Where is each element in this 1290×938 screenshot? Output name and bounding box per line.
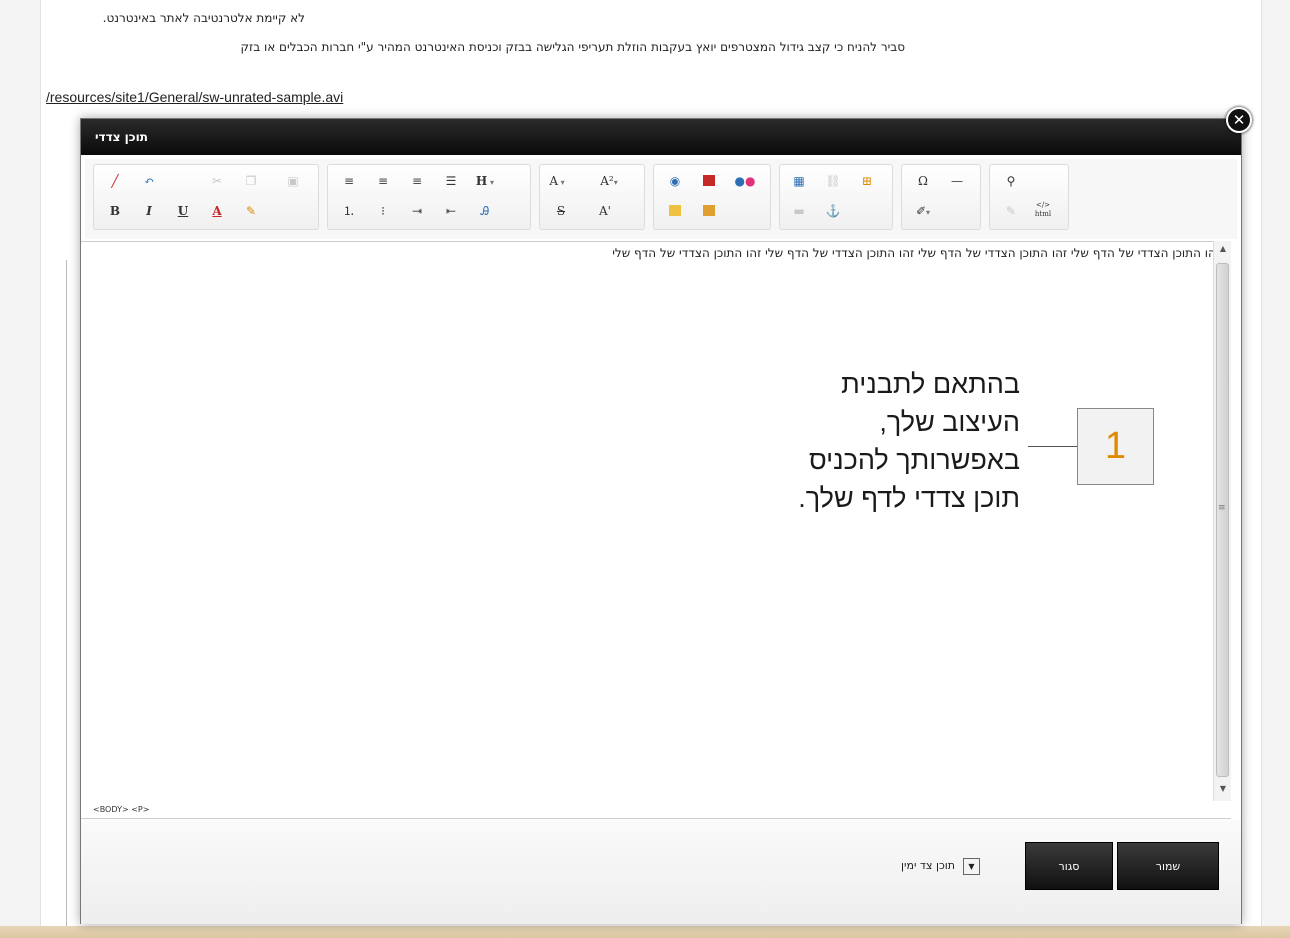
eraser-icon[interactable]: ✐▾ <box>912 201 934 221</box>
anchor-icon[interactable]: ⚓ <box>822 201 844 221</box>
paste-icon[interactable]: ▣ <box>282 171 304 191</box>
align-center-icon[interactable]: ≡ <box>372 171 394 191</box>
dialog-title: תוכן צדדי <box>95 130 148 144</box>
font-size-alt-button[interactable]: A²▾ <box>594 171 624 191</box>
editor-toolbar: ╱ ↶ ✂ ❐ ▣ B I U A ✎ ≡ ≡ ≡ ☰ H ▾ ⒈ ⁝ ⇥ ⇤ … <box>85 159 1237 239</box>
grid-icon[interactable]: ⊞ <box>856 171 878 191</box>
dialog-footer: תוכן צד ימין ▼ סגור שמור <box>81 820 1241 924</box>
font-color-button[interactable]: A <box>206 201 228 221</box>
content-editor[interactable]: זהו התוכן הצדדי של הדף שלי זהו התוכן הצד… <box>81 241 1229 803</box>
toolbar-group-font: A ▾ A²▾ S A' <box>539 164 645 230</box>
callout-number-badge: 1 <box>1077 408 1154 485</box>
scrollbar-thumb[interactable] <box>1216 263 1229 777</box>
hr-line-icon[interactable]: — <box>946 171 968 191</box>
toolbar-group-insert: ▦ ⛓ ⊞ ▬ ⚓ <box>779 164 893 230</box>
scroll-down-icon[interactable]: ▼ <box>1214 781 1232 797</box>
background-text-line2: סביר להניח כי קצב גידול המצטרפים יואץ בע… <box>240 40 905 54</box>
font-size-alt-label: A² <box>600 174 614 188</box>
font-size-button[interactable]: A ▾ <box>546 171 568 191</box>
outdent-icon[interactable]: ⇤ <box>440 201 462 221</box>
heading-button[interactable]: H ▾ <box>474 171 496 191</box>
italic-button[interactable]: I <box>138 201 160 221</box>
link-icon[interactable]: ⛓ <box>822 171 844 191</box>
toolbar-group-media: ◉ ●● <box>653 164 771 230</box>
table-icon[interactable]: ▦ <box>788 171 810 191</box>
pen-icon[interactable]: ╱ <box>104 171 126 191</box>
ordered-list-icon[interactable]: ⒈ <box>338 201 360 221</box>
scrollbar-grip-icon: ≡ <box>1218 503 1226 513</box>
highlight-icon[interactable]: ✎ <box>240 201 262 221</box>
clean-format-icon[interactable]: ✎ <box>1000 201 1022 221</box>
font-size-label: A <box>549 174 559 188</box>
close-button[interactable]: סגור <box>1025 842 1113 890</box>
strikethrough-button[interactable]: S <box>550 201 572 221</box>
cut-icon[interactable]: ✂ <box>206 171 228 191</box>
gallery-icon[interactable] <box>664 201 686 221</box>
side-content-dialog: תוכן צדדי ✕ ╱ ↶ ✂ ❐ ▣ B I U A ✎ ≡ ≡ ≡ ☰ … <box>80 107 1252 924</box>
editor-scrollbar[interactable]: ▲ ≡ ▼ <box>1213 241 1231 801</box>
flickr-icon[interactable]: ●● <box>734 171 756 191</box>
indent-icon[interactable]: ⇥ <box>406 201 428 221</box>
html-source-button[interactable]: </> html <box>1030 201 1056 221</box>
scroll-up-icon[interactable]: ▲ <box>1214 241 1232 257</box>
toolbar-group-paragraph: ≡ ≡ ≡ ☰ H ▾ ⒈ ⁝ ⇥ ⇤ Ꭿ <box>327 164 531 230</box>
align-justify-icon[interactable]: ☰ <box>440 171 462 191</box>
toolbar-group-special: Ω — ✐▾ <box>901 164 981 230</box>
editor-statusbar: <BODY> <P> <box>81 803 1231 819</box>
save-button[interactable]: שמור <box>1117 842 1219 890</box>
align-right-icon[interactable]: ≡ <box>406 171 428 191</box>
underline-button[interactable]: U <box>172 201 194 221</box>
toolbar-group-tools: ⚲ ✎ </> html <box>989 164 1069 230</box>
toolbar-group-edit: ╱ ↶ ✂ ❐ ▣ B I U A ✎ <box>93 164 319 230</box>
dialog-titlebar: תוכן צדדי <box>81 119 1241 155</box>
align-left-icon[interactable]: ≡ <box>338 171 360 191</box>
style-icon[interactable]: Ꭿ <box>474 201 496 221</box>
find-icon[interactable]: ⚲ <box>1000 171 1022 191</box>
special-char-button[interactable]: Ω <box>912 171 934 191</box>
callout-text: בהתאם לתבנית העיצוב שלך, באפשרותך להכניס… <box>798 369 1020 513</box>
youtube-icon[interactable] <box>698 171 720 191</box>
flash-icon[interactable] <box>698 201 720 221</box>
background-divider <box>66 260 67 926</box>
side-select-value: תוכן צד ימין <box>901 859 955 872</box>
callout-connector <box>1028 446 1078 447</box>
image-icon[interactable]: ◉ <box>664 171 686 191</box>
undo-icon[interactable]: ↶ <box>138 171 160 191</box>
dialog-close-icon[interactable]: ✕ <box>1226 107 1252 133</box>
background-bottom-bar <box>0 926 1290 938</box>
bullet-list-icon[interactable]: ⁝ <box>372 201 394 221</box>
heading-label: H <box>475 174 488 188</box>
background-file-link[interactable]: /resources/site1/General/sw-unrated-samp… <box>46 89 343 105</box>
background-text-line1: לא קיימת אלטרנטיבה לאתר באינטרנט. <box>102 11 305 25</box>
copy-icon[interactable]: ❐ <box>240 171 262 191</box>
horizontal-rule-icon[interactable]: ▬ <box>788 201 810 221</box>
side-select[interactable]: תוכן צד ימין ▼ <box>851 858 991 876</box>
editor-text-content: זהו התוכן הצדדי של הדף שלי זהו התוכן הצד… <box>612 246 1220 260</box>
editor-text: זהו התוכן הצדדי של הדף שלי זהו התוכן הצד… <box>612 246 1221 260</box>
element-path[interactable]: <BODY> <P> <box>93 805 149 814</box>
bold-button[interactable]: B <box>104 201 126 221</box>
superscript-button[interactable]: A' <box>594 201 616 221</box>
chevron-down-icon[interactable]: ▼ <box>963 858 980 875</box>
